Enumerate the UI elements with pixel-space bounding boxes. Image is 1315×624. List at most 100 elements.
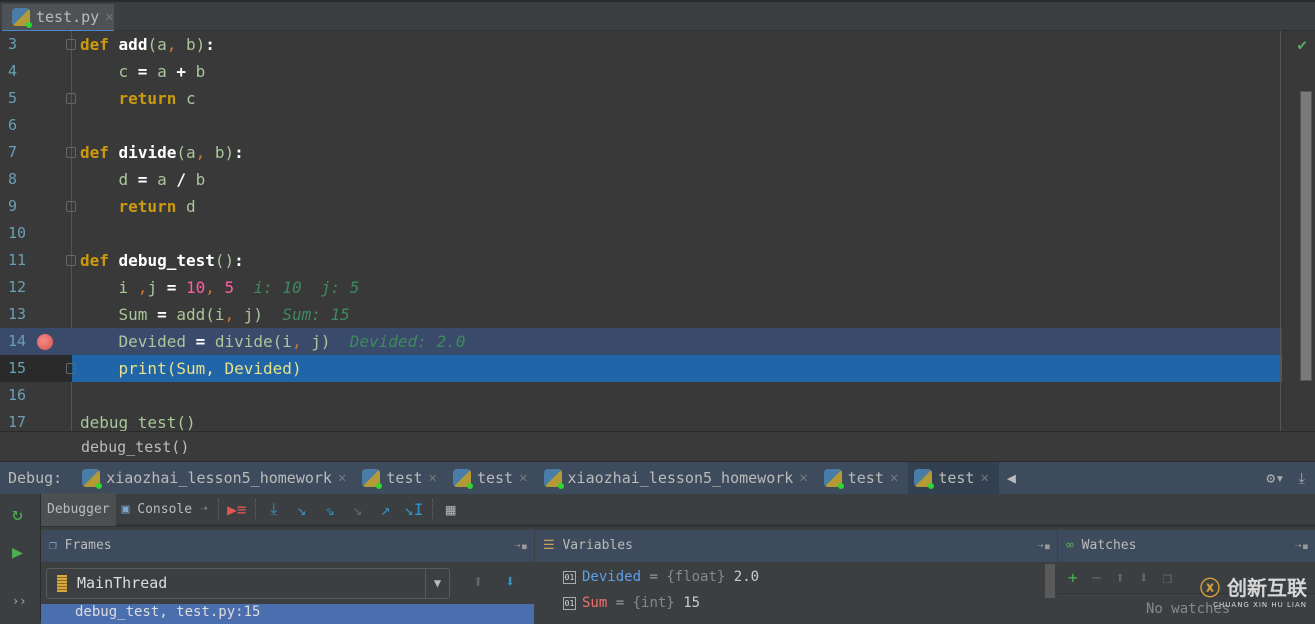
code-token: c [176,89,196,108]
code-token: = [195,332,206,351]
variable-value: 15 [683,595,701,611]
debug-tab-label: test [386,469,423,487]
code-token: , [291,332,302,351]
hide-panel-icon[interactable]: ⤓ [1298,469,1305,487]
run-to-cursor-icon[interactable]: ↘I [400,500,428,519]
debug-session-tab[interactable]: xiaozhai_lesson5_homework ✕ [76,462,356,495]
close-icon[interactable]: ✕ [519,470,527,486]
step-into-my-code-icon[interactable]: ⇘ [316,500,344,519]
code-text: c = a + b [80,58,206,85]
debug-tab-label: test [476,469,514,487]
code-token: debug_test [118,251,215,270]
debug-session-tab[interactable]: test ✕ [447,462,538,495]
code-line[interactable]: 15 print(Sum, Devided) [0,355,1282,382]
step-over-icon[interactable]: ⤓ [260,499,288,519]
code-line[interactable]: 13 Sum = add(i, j) Sum: 15 [0,301,1282,328]
fold-marker-icon[interactable] [66,93,76,104]
tab-console[interactable]: ▣ Console ➝ [116,493,214,526]
resume-icon[interactable]: ▶ [12,542,23,563]
arrow-down-icon[interactable]: ⬇ [505,572,515,592]
close-icon[interactable]: ✕ [980,470,988,486]
close-icon[interactable]: ✕ [105,9,113,25]
code-token: def [80,143,109,162]
breadcrumb[interactable]: debug_test() [0,431,1315,461]
debug-tab-label: test [847,469,884,487]
variables-scrollbar[interactable] [1045,564,1055,598]
code-line[interactable]: 9 return d [0,193,1282,220]
frame-row[interactable]: debug_test, test.py:15 [41,604,534,624]
code-line[interactable]: 10 [0,220,1282,247]
tab-debugger[interactable]: Debugger [41,492,116,526]
python-icon [362,469,383,489]
line-number: 8 [8,170,18,188]
move-down-icon[interactable]: ⬇ [1139,568,1149,587]
thread-select[interactable]: MainThread ▼ [46,568,450,599]
code-token: def [80,35,109,54]
gear-icon[interactable]: ⚙▾ [1266,469,1284,487]
add-watch-icon[interactable]: + [1068,568,1078,587]
code-line[interactable]: 16 [0,382,1282,409]
step-out-icon[interactable]: ↗ [372,500,400,519]
copy-watch-icon[interactable]: ❐ [1163,568,1173,587]
close-icon[interactable]: ✕ [890,470,898,486]
code-line[interactable]: 3 def add(a, b): [0,31,1282,58]
inline-value-hint: Sum: 15 [263,305,350,324]
debug-session-tab[interactable]: test ✕ [356,462,447,495]
code-token: divide(i [205,332,292,351]
chevron-down-icon[interactable]: ▼ [425,569,449,598]
pin-icon[interactable]: ➝▪ [1295,530,1309,562]
close-icon[interactable]: ✕ [429,470,437,486]
debug-session-tab[interactable]: test ✕ [908,461,999,495]
fold-marker-icon[interactable] [66,201,76,212]
variable-row[interactable]: 01 Sum = {int} 15 [563,592,700,614]
pin-icon[interactable]: ➝▪ [1037,530,1051,562]
code-line[interactable]: 11 def debug_test(): [0,247,1282,274]
code-line[interactable]: 4 c = a + b [0,58,1282,85]
inspection-ok-icon[interactable]: ✔ [1297,35,1307,54]
code-line[interactable]: 8 d = a / b [0,166,1282,193]
fold-marker-icon[interactable] [66,39,76,50]
code-text: i ,j = 10, 5 i: 10 j: 5 [80,274,360,301]
close-icon[interactable]: ✕ [338,470,346,486]
arrow-up-icon[interactable]: ⬆ [473,572,483,592]
scroll-tabs-left-icon[interactable]: ◀ [999,469,1016,487]
thread-value: MainThread [77,574,168,592]
variable-row[interactable]: 01 Devided = {float} 2.0 [563,566,759,588]
fold-marker-icon[interactable] [66,255,76,266]
debugger-toolbar: Debugger ▣ Console ➝ ▶≡ ⤓ ↘ ⇘ ↘ ↗ ↘I ▦ [41,492,1315,527]
variables-header: ☰ Variables ➝▪ [535,530,1057,562]
code-token: , [224,305,235,324]
pin-icon[interactable]: ➝▪ [514,530,528,562]
code-token: b [185,170,206,189]
code-editor[interactable]: 3 def add(a, b): 4 c = a + b5 return c 6 7 de… [0,31,1315,431]
variables-icon: ☰ [543,538,555,553]
file-tab-test-py[interactable]: test.py ✕ [2,4,114,33]
debug-session-tab[interactable]: test ✕ [818,462,909,495]
code-line[interactable]: 14 Devided = divide(i, j) Devided: 2.0 [0,328,1282,355]
breakpoint-icon[interactable] [37,334,53,350]
show-execution-point-icon[interactable]: ▶≡ [223,500,251,519]
step-into-icon[interactable]: ↘ [288,500,316,519]
remove-watch-icon[interactable]: − [1092,568,1102,587]
fold-marker-icon[interactable] [66,363,76,374]
line-number: 11 [8,251,27,269]
code-line[interactable]: 5 return c [0,85,1282,112]
line-number: 6 [8,116,18,134]
close-icon[interactable]: ✕ [799,470,807,486]
move-up-icon[interactable]: ⬆ [1115,568,1125,587]
rerun-icon[interactable]: ↻ [12,504,23,525]
code-token: ( [166,359,177,378]
debug-session-tab[interactable]: xiaozhai_lesson5_homework ✕ [538,462,818,495]
force-step-into-icon[interactable]: ↘ [344,500,372,519]
code-line[interactable]: 7 def divide(a, b): [0,139,1282,166]
evaluate-expression-icon[interactable]: ▦ [437,500,465,519]
fold-marker-icon[interactable] [66,147,76,158]
code-line[interactable]: 17 debug_test() [0,409,1282,431]
code-line[interactable]: 6 [0,112,1282,139]
code-line[interactable]: 12 i ,j = 10, 5 i: 10 j: 5 [0,274,1282,301]
code-text: def add(a, b): [80,31,215,58]
editor-scrollbar[interactable] [1300,91,1312,381]
more-icon[interactable]: ›› [12,594,26,608]
